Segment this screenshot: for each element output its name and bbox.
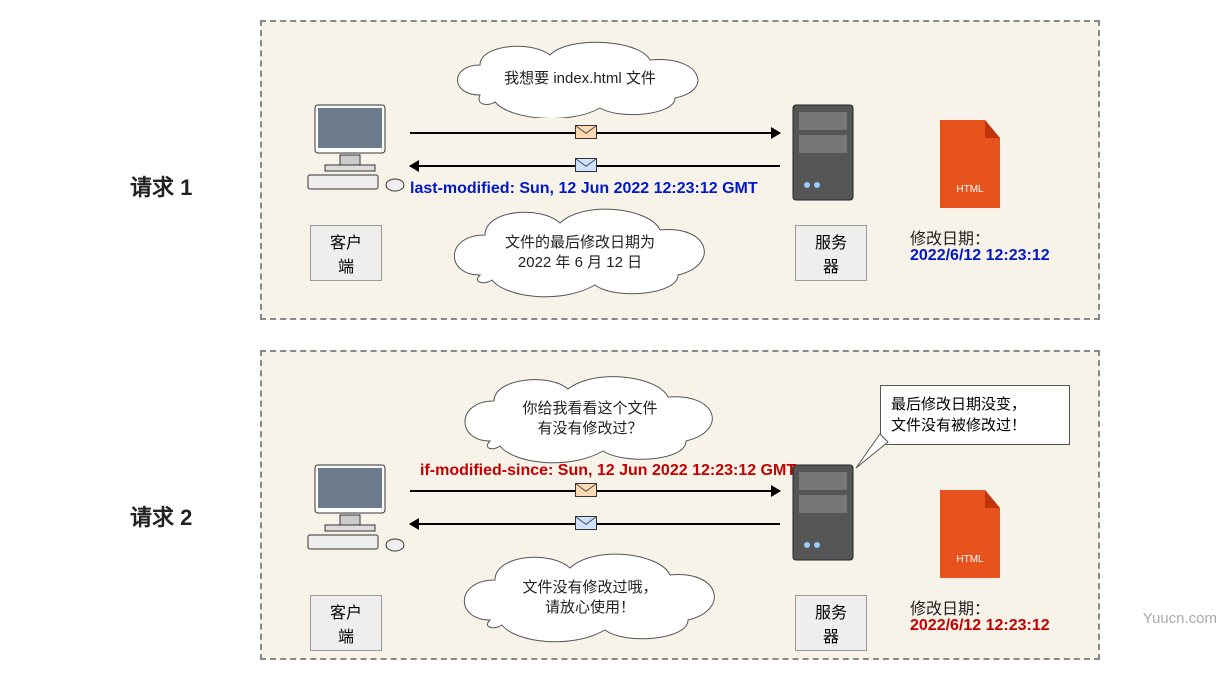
client-computer-icon xyxy=(300,460,410,560)
label-request-1: 请求 1 xyxy=(130,170,192,202)
bubble-text: 我想要 index.html 文件 xyxy=(504,69,656,89)
request-bubble-2: 你给我看看这个文件 有没有修改过？ xyxy=(450,373,730,465)
mod-date-value-1: 2022/6/12 12:23:12 xyxy=(910,247,1050,265)
label-request-2: 请求 2 xyxy=(130,500,192,532)
request-bubble-1: 我想要 index.html 文件 xyxy=(440,40,720,118)
speech-tail-icon xyxy=(850,432,890,472)
bubble-text: 你给我看看这个文件 有没有修改过？ xyxy=(522,399,657,440)
mod-date-label-1: 修改日期： xyxy=(910,225,990,249)
html-file-icon: HTML xyxy=(935,120,1005,210)
server-speech-bubble: 最后修改日期没变， 文件没有被修改过！ xyxy=(880,385,1070,445)
svg-text:HTML: HTML xyxy=(956,184,984,195)
envelope-icon xyxy=(575,483,597,497)
watermark: Yuucn.com xyxy=(1143,610,1217,627)
envelope-icon xyxy=(575,516,597,530)
client-computer-icon xyxy=(300,100,410,200)
envelope-icon xyxy=(575,125,597,139)
html-file-icon: HTML xyxy=(935,490,1005,580)
envelope-icon xyxy=(575,158,597,172)
bubble-text: 文件没有修改过哦， 请放心使用！ xyxy=(522,577,657,618)
last-modified-header: last-modified: Sun, 12 Jun 2022 12:23:12… xyxy=(410,180,758,198)
mod-date-value-2: 2022/6/12 12:23:12 xyxy=(910,617,1050,635)
client-label-2: 客户端 xyxy=(310,595,382,651)
client-label-1: 客户端 xyxy=(310,225,382,281)
response-bubble-2: 文件没有修改过哦， 请放心使用！ xyxy=(450,550,730,645)
response-bubble-1: 文件的最后修改日期为 2022 年 6 月 12 日 xyxy=(440,205,720,300)
mod-date-label-2: 修改日期： xyxy=(910,595,990,619)
if-modified-since-header: if-modified-since: Sun, 12 Jun 2022 12:2… xyxy=(420,462,796,480)
server-icon-2 xyxy=(785,460,865,570)
svg-text:HTML: HTML xyxy=(956,554,984,565)
server-icon-1 xyxy=(785,100,865,210)
server-label-2: 服务器 xyxy=(795,595,867,651)
bubble-text: 文件的最后修改日期为 2022 年 6 月 12 日 xyxy=(505,232,655,273)
server-label-1: 服务器 xyxy=(795,225,867,281)
